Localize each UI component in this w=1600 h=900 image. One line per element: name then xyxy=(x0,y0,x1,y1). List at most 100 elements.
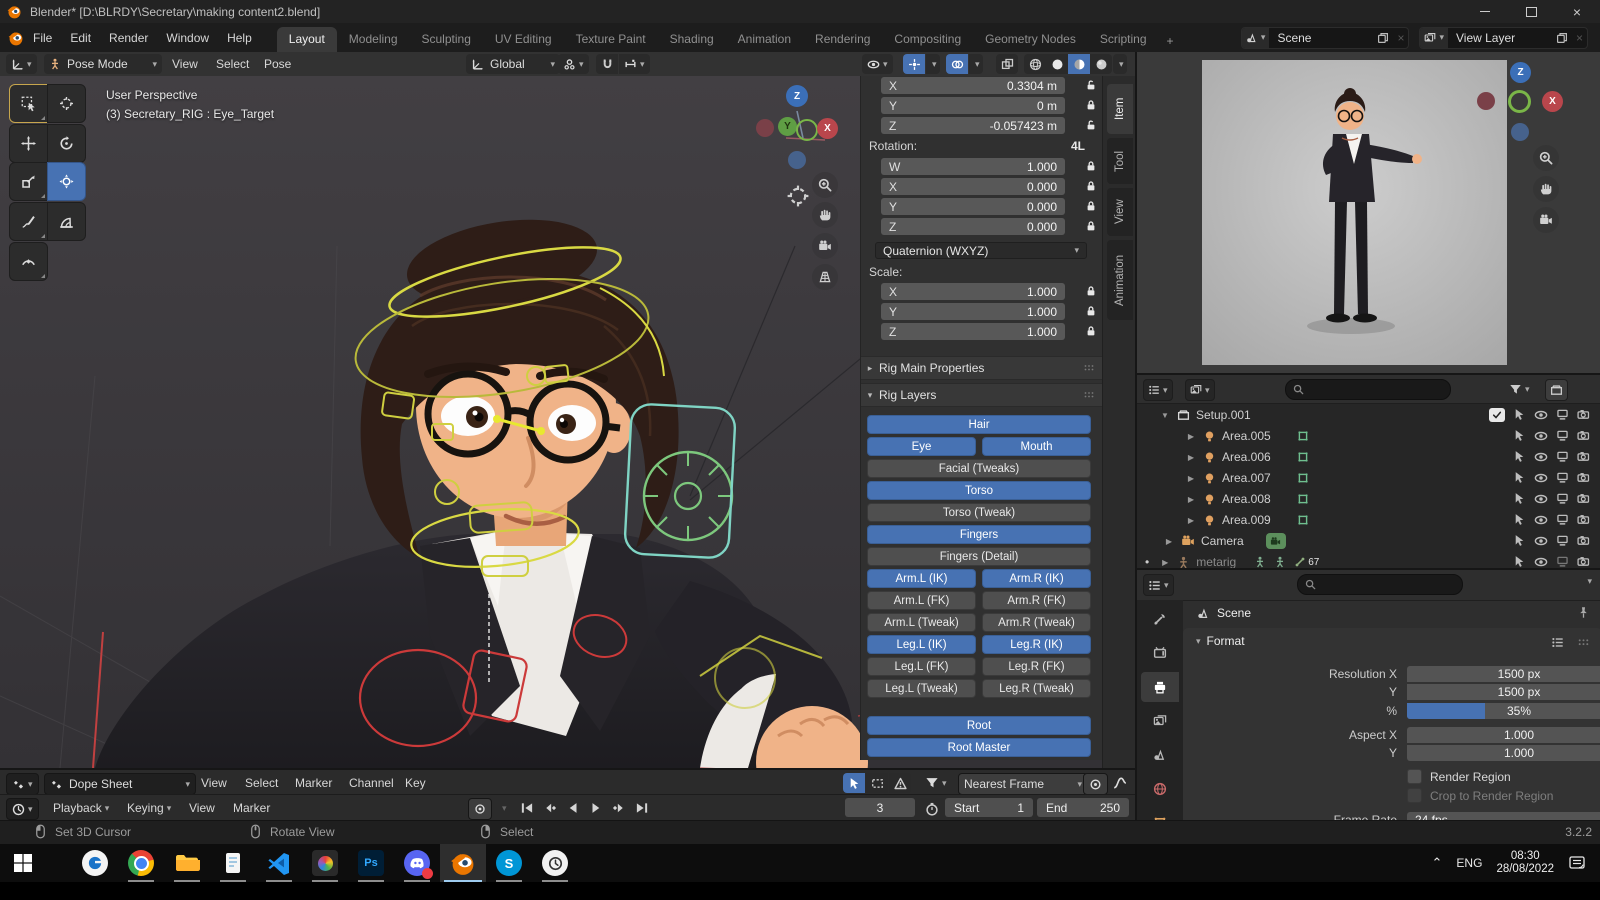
rotation-z-lock-icon[interactable] xyxy=(1085,220,1097,232)
hide-eye-icon[interactable] xyxy=(1534,492,1548,506)
tool-rotate[interactable] xyxy=(47,124,86,163)
previous-keyframe-button[interactable] xyxy=(541,799,558,816)
menu-file[interactable]: File xyxy=(24,27,61,49)
dope-menu-select[interactable]: Select xyxy=(238,773,285,793)
tab-texture-paint[interactable]: Texture Paint xyxy=(564,27,658,52)
shading-rendered-button[interactable] xyxy=(1090,54,1112,74)
rig-layer-eye[interactable]: Eye xyxy=(867,437,976,456)
taskbar-blender[interactable] xyxy=(440,844,486,882)
rotation-x-lock-icon[interactable] xyxy=(1085,180,1097,192)
location-y-field[interactable]: Y0 m xyxy=(881,97,1065,114)
outliner-filter-button[interactable]: ▾ xyxy=(1505,379,1534,399)
tab-animation[interactable]: Animation xyxy=(726,27,803,52)
presets-icon[interactable] xyxy=(1551,636,1564,649)
xray-toggle[interactable] xyxy=(996,54,1018,74)
aspect-y-field[interactable]: 1.000 xyxy=(1407,745,1600,761)
shading-dropdown[interactable]: ▾ xyxy=(1113,54,1127,74)
preview-pan-button[interactable] xyxy=(1533,176,1559,202)
selectable-icon[interactable] xyxy=(1513,555,1526,568)
render-disable-icon[interactable] xyxy=(1577,534,1590,547)
rig-main-properties-section[interactable]: ▸Rig Main Properties xyxy=(861,356,1103,380)
gizmo-x-axis[interactable]: X xyxy=(817,118,838,139)
resolution-y-field[interactable]: 1500 px xyxy=(1407,684,1600,700)
viewport-menu-pose[interactable]: Pose xyxy=(258,54,297,74)
tab-tool-properties[interactable] xyxy=(1141,604,1179,634)
rotation-w-field[interactable]: W1.000 xyxy=(881,158,1065,175)
viewport-disable-icon[interactable] xyxy=(1556,555,1569,568)
minimize-button[interactable] xyxy=(1462,0,1508,23)
menu-edit[interactable]: Edit xyxy=(61,27,100,49)
selectable-icon[interactable] xyxy=(1513,534,1526,547)
rig-layer-arm-l-fk[interactable]: Arm.L (FK) xyxy=(867,591,976,610)
notifications-icon[interactable] xyxy=(1568,854,1586,872)
view-layer-unlink-button[interactable]: × xyxy=(1572,28,1587,48)
rig-layer-leg-r-fk[interactable]: Leg.R (FK) xyxy=(982,657,1091,676)
taskbar-skype[interactable]: S xyxy=(486,844,532,882)
dope-editor-type-button[interactable]: ▾ xyxy=(6,773,39,795)
rig-layer-arm-l-ik[interactable]: Arm.L (IK) xyxy=(867,569,976,588)
viewport-menu-select[interactable]: Select xyxy=(210,54,255,74)
properties-options-dropdown[interactable]: ▾ xyxy=(1587,576,1592,587)
tab-layout[interactable]: Layout xyxy=(277,27,337,52)
rig-layer-leg-r-tweak[interactable]: Leg.R (Tweak) xyxy=(982,679,1091,698)
scale-z-lock-icon[interactable] xyxy=(1085,325,1097,337)
rig-layer-leg-l-fk[interactable]: Leg.L (FK) xyxy=(867,657,976,676)
gizmo-neg-y-axis[interactable] xyxy=(796,119,818,141)
tab-view[interactable]: View xyxy=(1107,188,1133,236)
mode-dropdown[interactable]: Pose Mode▾ xyxy=(44,54,162,74)
jump-to-end-button[interactable] xyxy=(633,799,650,816)
timeline-menu-keying[interactable]: Keying▾ xyxy=(120,798,178,818)
scale-z-field[interactable]: Z1.000 xyxy=(881,323,1065,340)
hide-eye-icon[interactable] xyxy=(1534,534,1548,548)
dope-snap-dropdown[interactable]: Nearest Frame▾ xyxy=(958,773,1088,795)
selectable-icon[interactable] xyxy=(1513,429,1526,442)
gizmos-toggle[interactable] xyxy=(903,54,925,74)
taskbar-photoshop[interactable]: Ps xyxy=(348,844,394,882)
rig-layers-section[interactable]: ▾Rig Layers xyxy=(861,383,1103,407)
snap-toggle[interactable] xyxy=(596,54,618,74)
resolution-x-field[interactable]: 1500 px xyxy=(1407,666,1600,682)
rig-layer-torso[interactable]: Torso xyxy=(867,481,1091,500)
viewport-disable-icon[interactable] xyxy=(1556,408,1569,421)
tool-move[interactable] xyxy=(9,124,48,163)
overlays-dropdown[interactable]: ▾ xyxy=(969,54,983,74)
render-disable-icon[interactable] xyxy=(1577,450,1590,463)
aspect-x-field[interactable]: 1.000 xyxy=(1407,727,1600,743)
tool-annotate[interactable] xyxy=(9,202,48,241)
preview-gizmo-x-axis[interactable]: X xyxy=(1542,91,1563,112)
view-layer-copy-button[interactable] xyxy=(1552,28,1572,48)
viewport-disable-icon[interactable] xyxy=(1556,513,1569,526)
render-disable-icon[interactable] xyxy=(1577,429,1590,442)
viewport-disable-icon[interactable] xyxy=(1556,429,1569,442)
selectable-icon[interactable] xyxy=(1513,408,1526,421)
preview-camera-view-button[interactable] xyxy=(1533,207,1559,233)
snap-settings-dropdown[interactable]: ▾ xyxy=(619,54,650,74)
tab-view-layer-properties[interactable] xyxy=(1141,706,1179,736)
expand-icon[interactable]: ▼ xyxy=(1159,411,1171,420)
viewport-camera-view-button[interactable] xyxy=(812,233,838,259)
auto-keying-toggle[interactable] xyxy=(468,798,492,820)
rig-layer-arm-l-tweak[interactable]: Arm.L (Tweak) xyxy=(867,613,976,632)
preview-gizmo-z-axis[interactable]: Z xyxy=(1510,62,1531,83)
tab-scene-properties[interactable] xyxy=(1141,740,1179,770)
selectability-dropdown[interactable]: ▾ xyxy=(862,54,893,74)
hide-eye-icon[interactable] xyxy=(1534,471,1548,485)
timeline-menu-playback[interactable]: Playback▾ xyxy=(46,798,116,818)
viewport-ortho-toggle-button[interactable] xyxy=(812,264,838,290)
location-z-field[interactable]: Z-0.057423 m xyxy=(881,117,1065,134)
play-button[interactable] xyxy=(587,799,604,816)
hide-eye-icon[interactable] xyxy=(1534,513,1548,527)
tab-sculpting[interactable]: Sculpting xyxy=(410,27,483,52)
rig-layer-root-master[interactable]: Root Master xyxy=(867,738,1091,757)
rotation-mode-dropdown[interactable]: Quaternion (WXYZ)▾ xyxy=(875,242,1087,259)
add-workspace-button[interactable]: + xyxy=(1159,30,1182,52)
render-region-checkbox[interactable]: Render Region xyxy=(1407,769,1511,784)
new-collection-button[interactable] xyxy=(1545,379,1568,401)
dope-only-selected-toggle[interactable] xyxy=(843,773,865,793)
rig-layer-fingers-detail[interactable]: Fingers (Detail) xyxy=(867,547,1091,566)
end-frame-field[interactable]: End250 xyxy=(1037,798,1129,817)
outliner-row-area007[interactable]: ▶Area.007 xyxy=(1137,468,1600,488)
gizmos-dropdown[interactable]: ▾ xyxy=(926,54,940,74)
tool-measure[interactable] xyxy=(47,202,86,241)
tool-select-box[interactable] xyxy=(9,84,48,123)
